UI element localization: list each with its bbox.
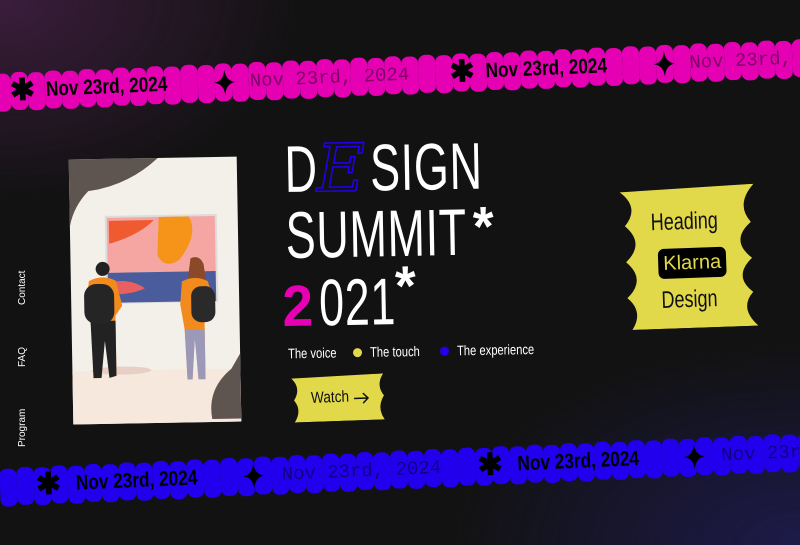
tag-voice: The voice	[287, 344, 337, 362]
watch-button[interactable]: Watch	[289, 373, 387, 423]
dot-icon	[439, 346, 450, 356]
ribbon-date: Nov 23rd, 2024	[45, 72, 168, 101]
watch-label: Watch	[310, 388, 350, 407]
sparkle-icon	[213, 69, 236, 96]
sparkle-icon	[242, 462, 265, 489]
tag-touch: The touch	[369, 343, 420, 360]
tag-experience: The experience	[456, 341, 535, 359]
date-ribbon-bottom: ✱ Nov 23rd, 2024 Nov 23rd, 2024 ✱ Nov 23…	[0, 429, 800, 507]
ribbon-scallop	[604, 47, 624, 87]
ribbon-scallop	[16, 466, 35, 506]
asterisk-icon: *	[394, 253, 418, 318]
title-line-design: DESIGN	[283, 129, 483, 209]
ribbon-scallop	[180, 64, 199, 104]
asterisk-icon: *	[472, 194, 496, 258]
ribbon-scallop	[644, 440, 664, 479]
dot-icon	[352, 347, 362, 357]
title-letters: SIGN	[369, 128, 484, 205]
sparkle-icon	[683, 443, 706, 470]
gallery-illustration	[68, 156, 242, 425]
asterisk-icon: ✱	[35, 467, 62, 502]
title-year: 021	[318, 264, 397, 340]
sparkle-icon	[653, 50, 676, 77]
tagline: The voice The touch The experience	[287, 341, 554, 362]
asterisk-icon: ✱	[476, 448, 504, 483]
asterisk-icon: ✱	[9, 73, 36, 108]
title-script-letter: E	[315, 129, 368, 208]
title-line-year: 2021*	[282, 254, 418, 340]
badge-klarna: Klarna	[657, 246, 727, 280]
nav-faq[interactable]: FAQ	[17, 347, 28, 367]
ribbon-scallop	[203, 459, 222, 499]
ribbon-scallop	[0, 468, 18, 507]
title-letter: D	[283, 131, 319, 206]
date-ribbon-top: ✱ Nov 23rd, 2024 Nov 23rd, 2024 ✱ Nov 23…	[0, 35, 800, 112]
heading-badge: Heading Klarna Design	[619, 183, 759, 331]
ribbon-scallop	[440, 448, 460, 488]
title-line-summit: SUMMIT*	[285, 194, 495, 272]
ribbon-scallop	[219, 457, 239, 497]
ribbon-scallop	[621, 45, 641, 85]
ribbon-scallop	[417, 54, 437, 94]
title-summit: SUMMIT	[285, 194, 468, 272]
nav-program[interactable]: Program	[17, 409, 28, 447]
title-year-accent: 2	[281, 273, 315, 340]
ribbon-scallop	[457, 447, 477, 486]
badge-design: Design	[661, 285, 718, 314]
ribbon-scallop	[661, 438, 681, 478]
ribbon-date: Nov 23rd, 2024	[485, 54, 608, 83]
badge-heading: Heading	[650, 206, 719, 237]
asterisk-icon: ✱	[448, 54, 476, 89]
arrow-right-icon	[353, 392, 370, 404]
nav-contact[interactable]: Contact	[17, 271, 28, 305]
